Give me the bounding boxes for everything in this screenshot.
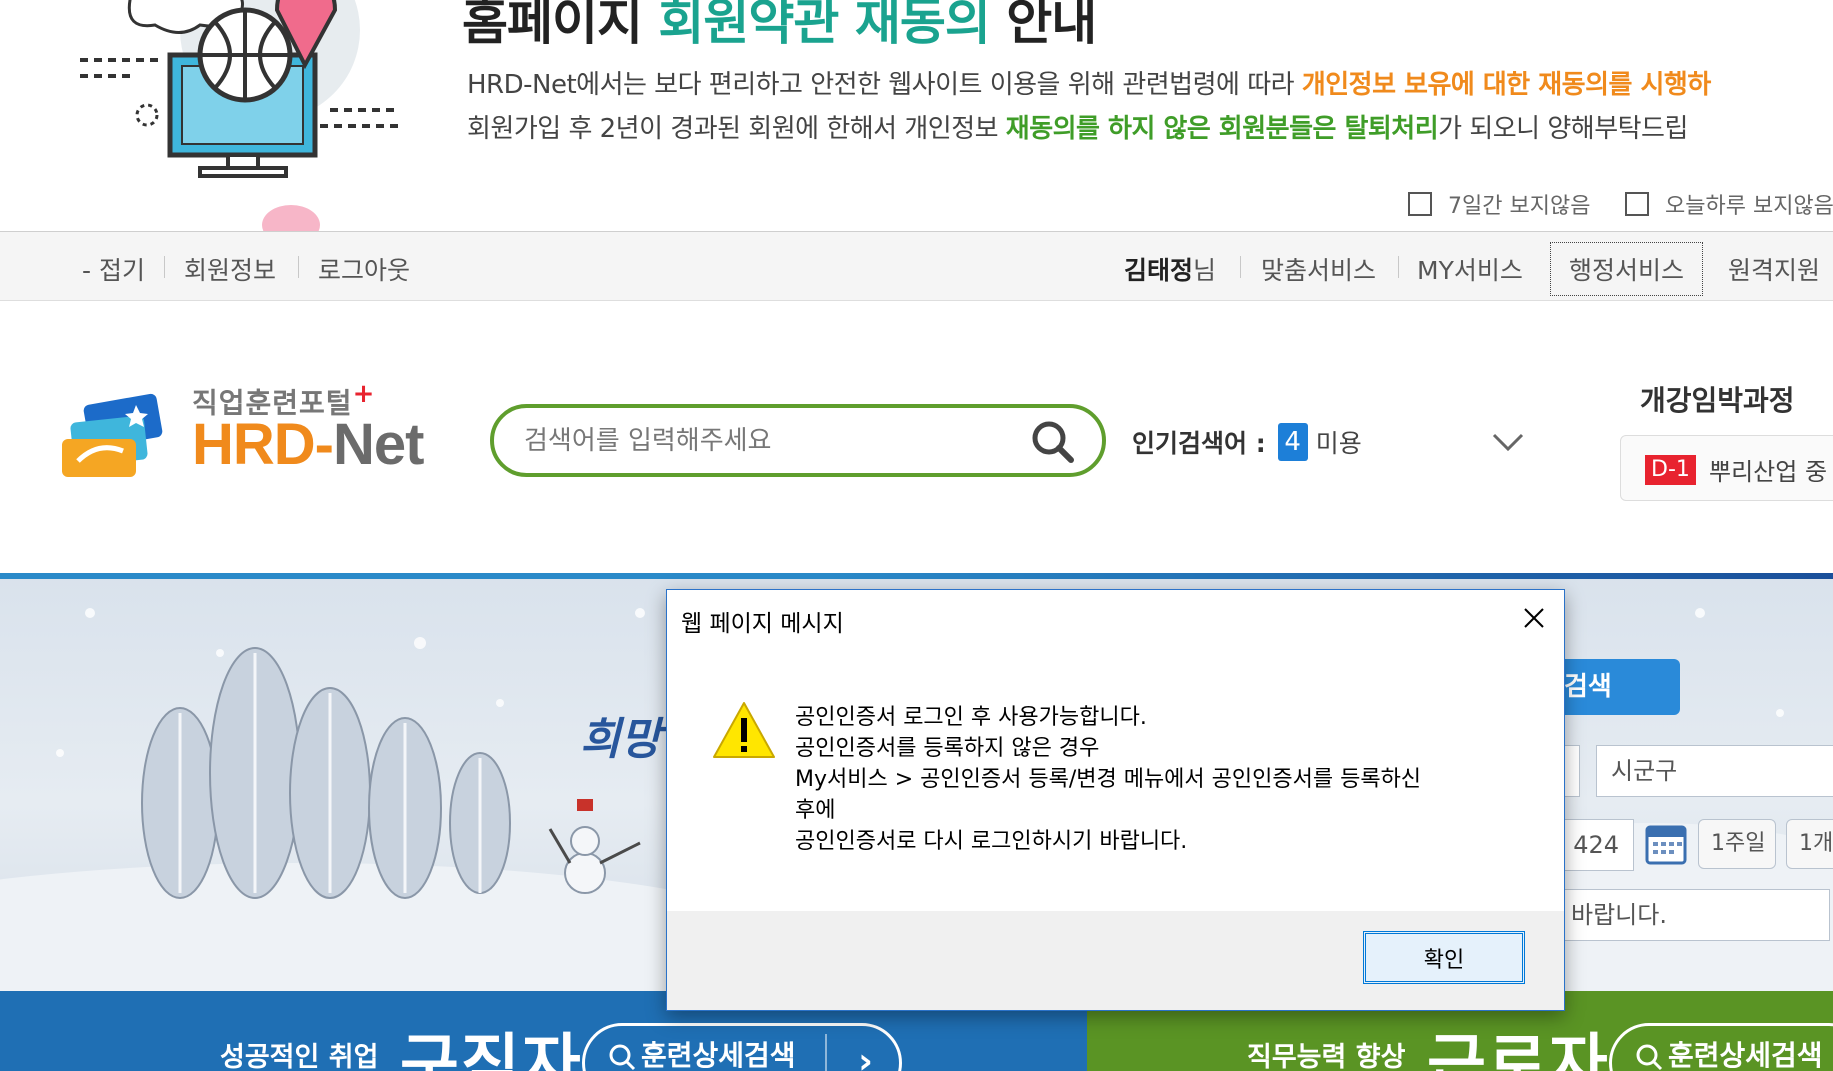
search-button[interactable] xyxy=(1030,419,1076,465)
period-1month-button[interactable]: 1개월 xyxy=(1786,819,1833,869)
utility-bar: - 접기 회원정보 로그아웃 김태정님 맞춤서비스 MY서비스 행정서비스 원격… xyxy=(0,231,1833,301)
dialog-message: 공인인증서 로그인 후 사용가능합니다. 공인인증서를 등록하지 않은 경우 M… xyxy=(795,702,1515,857)
dialog-message-line: 공인인증서 로그인 후 사용가능합니다. xyxy=(795,705,1147,730)
logo-wordmark: HRD-Net xyxy=(192,411,424,478)
worker-subtitle: 직무능력 향상 xyxy=(1247,1042,1406,1071)
search-box xyxy=(490,404,1106,477)
job-seeker-title: 구직자 xyxy=(400,1028,583,1071)
divider xyxy=(1398,256,1399,278)
hide-today-checkbox[interactable]: 오늘하루 보지않음 xyxy=(1625,188,1833,220)
remote-support-link[interactable]: 원격지원 xyxy=(1728,251,1820,287)
popular-keywords: 인기검색어 : 4 미용 xyxy=(1132,423,1362,461)
notice-line-2: 회원가입 후 2년이 경과된 회원에 한해서 개인정보 재동의를 하지 않은 회… xyxy=(467,108,1688,145)
warning-icon xyxy=(713,702,775,758)
divider xyxy=(825,1034,827,1071)
period-1week-button[interactable]: 1주일 xyxy=(1698,819,1776,869)
web-page-message-dialog: 웹 페이지 메시지 공인인증서 로그인 후 사용가능합니다. 공인인증서를 등록… xyxy=(666,589,1565,1011)
hide-today-label: 오늘하루 보지않음 xyxy=(1665,194,1833,219)
search-icon xyxy=(1636,1044,1663,1071)
notice-line2-suffix: 가 되오니 양해부탁드립 xyxy=(1438,114,1688,144)
notice-title: 홈페이지 회원약관 재동의 안내 xyxy=(462,0,1097,54)
divider xyxy=(298,256,299,278)
popular-rank-badge: 4 xyxy=(1277,423,1308,461)
logo-plus: + xyxy=(352,379,376,409)
notice-title-highlight: 회원약관 재동의 xyxy=(658,0,990,51)
member-terms-notice: 홈페이지 회원약관 재동의 안내 HRD-Net에서는 보다 편리하고 안전한 … xyxy=(0,0,1833,231)
dialog-title: 웹 페이지 메시지 xyxy=(681,611,844,637)
popular-term-link[interactable]: 미용 xyxy=(1316,424,1362,460)
checkbox-box[interactable] xyxy=(1408,192,1432,216)
logo-wordmark-b: Net xyxy=(333,412,424,477)
worker-detail-search-button[interactable]: 훈련상세검색 xyxy=(1609,1023,1833,1071)
globe-monitor-illustration xyxy=(80,0,400,178)
notice-line1-text: HRD-Net에서는 보다 편리하고 안전한 웹사이트 이용을 위해 관련법령에… xyxy=(467,70,1302,100)
dialog-message-line: My서비스 > 공인인증서 등록/변경 메뉴에서 공인인증서를 등록하신 xyxy=(795,767,1422,792)
closing-soon-item[interactable]: D-1 뿌리산업 중 xyxy=(1620,435,1833,501)
divider xyxy=(1240,256,1241,278)
hide-7days-checkbox[interactable]: 7일간 보지않음 xyxy=(1408,188,1590,220)
logo-wordmark-dash: - xyxy=(314,412,334,477)
district-select[interactable]: 시군구 xyxy=(1596,745,1833,797)
checkbox-box[interactable] xyxy=(1625,192,1649,216)
my-service-link[interactable]: MY서비스 xyxy=(1417,251,1523,287)
popular-label: 인기검색어 : xyxy=(1132,429,1266,458)
username-suffix: 님 xyxy=(1193,256,1217,285)
d-day-badge: D-1 xyxy=(1645,455,1696,485)
job-seeker-detail-search-label: 훈련상세검색 xyxy=(641,1039,796,1071)
hide-7days-label: 7일간 보지않음 xyxy=(1448,194,1591,219)
notice-title-prefix: 홈페이지 xyxy=(462,0,659,51)
dialog-message-line: 공인인증서를 등록하지 않은 경우 xyxy=(795,736,1100,761)
dialog-message-line: 후에 xyxy=(795,798,836,823)
dialog-message-line: 공인인증서로 다시 로그인하시기 바랍니다. xyxy=(795,829,1188,854)
logo-wordmark-a: HRD xyxy=(192,412,316,477)
search-input[interactable] xyxy=(524,424,1004,458)
username: 김태정 xyxy=(1124,256,1194,285)
job-seeker-subtitle: 성공적인 취업 xyxy=(220,1042,379,1071)
hrd-net-logo[interactable]: 직업훈련포털+ HRD-Net xyxy=(58,379,458,491)
worker-title: 근로자 xyxy=(1427,1028,1610,1071)
worker-detail-search-label: 훈련상세검색 xyxy=(1668,1039,1823,1071)
chevron-down-icon[interactable] xyxy=(1488,421,1528,461)
chevron-right-icon[interactable]: › xyxy=(858,1032,873,1071)
close-icon[interactable] xyxy=(1518,602,1550,634)
job-seeker-detail-search-button[interactable]: 훈련상세검색 › xyxy=(582,1023,902,1071)
ok-button[interactable]: 확인 xyxy=(1363,931,1525,984)
closing-soon-title: 개강임박과정 xyxy=(1640,384,1795,417)
divider xyxy=(164,256,165,278)
site-header: 직업훈련포털+ HRD-Net 인기검색어 : 4 미용 개강임박과정 D-1 … xyxy=(0,301,1833,573)
admin-service-link[interactable]: 행정서비스 xyxy=(1550,242,1704,296)
notice-line2-highlight-b: 탈퇴처리 xyxy=(1344,114,1439,144)
logout-link[interactable]: 로그아웃 xyxy=(318,251,410,287)
notice-line1-highlight: 개인정보 보유에 대한 재동의를 시행하 xyxy=(1301,70,1711,100)
notice-line2-text: 회원가입 후 2년이 경과된 회원에 한해서 개인정보 xyxy=(467,114,1006,144)
search-icon xyxy=(609,1044,636,1071)
member-info-link[interactable]: 회원정보 xyxy=(184,251,276,287)
closing-course-name: 뿌리산업 중 xyxy=(1709,458,1828,486)
custom-service-link[interactable]: 맞춤서비스 xyxy=(1261,251,1376,287)
keyword-input[interactable]: 바랍니다. xyxy=(1540,889,1830,941)
search-icon xyxy=(1032,421,1074,463)
notice-line2-highlight-a: 재동의를 하지 않은 회원분들은 xyxy=(1005,114,1345,144)
notice-line-1: HRD-Net에서는 보다 편리하고 안전한 웹사이트 이용을 위해 관련법령에… xyxy=(467,64,1711,101)
banner-slogan: 희망 xyxy=(580,714,661,765)
calendar-icon[interactable] xyxy=(1644,817,1688,869)
notice-title-suffix: 안내 xyxy=(989,0,1097,51)
fold-link[interactable]: - 접기 xyxy=(82,251,145,287)
logo-card-icon xyxy=(62,393,163,477)
decorative-blob xyxy=(262,205,320,231)
user-greeting: 김태정님 xyxy=(1124,251,1216,287)
